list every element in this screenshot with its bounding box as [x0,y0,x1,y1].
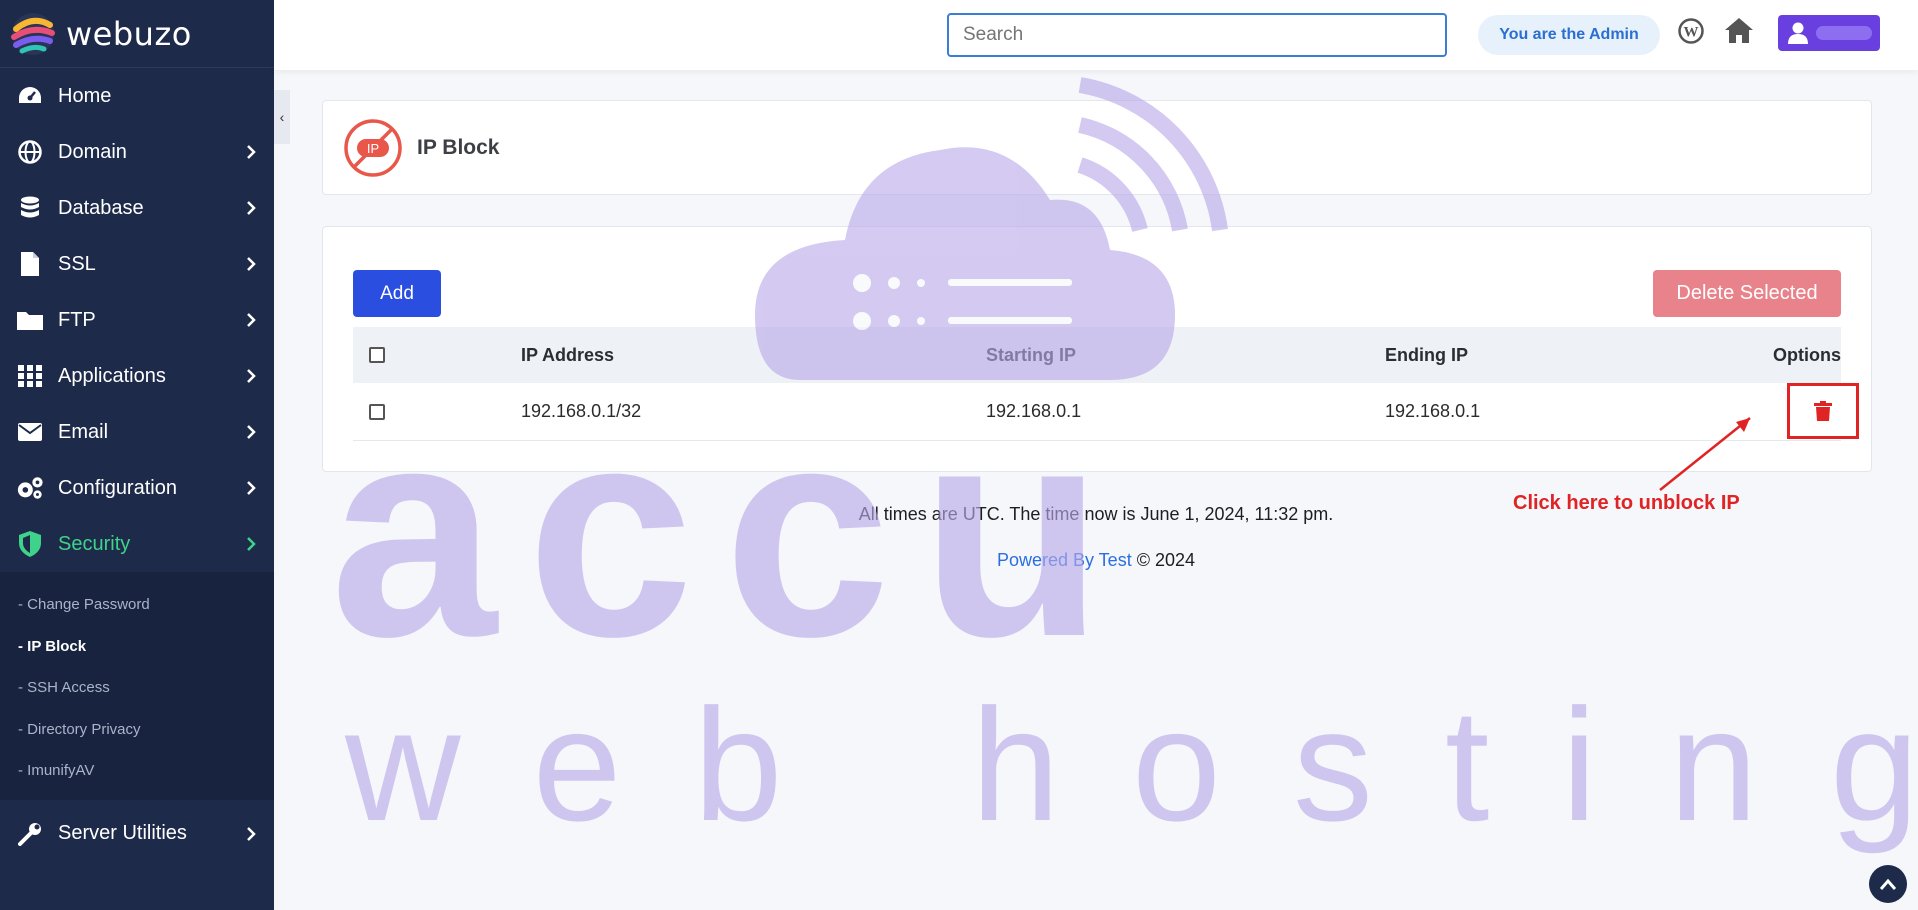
webuzo-logo-icon [11,12,55,55]
chevron-right-icon [247,369,256,383]
submenu-item-change-password[interactable]: - Change Password [0,584,274,626]
select-all-checkbox[interactable] [369,347,385,363]
column-header-starting-ip: Starting IP [986,344,1077,365]
shield-icon [16,530,44,558]
footer-powered: Powered By Test © 2024 [274,550,1918,571]
search-input[interactable] [947,13,1447,57]
brand-name: webuzo [66,14,192,53]
sidebar-item-label: Security [58,532,131,555]
column-header-ending-ip: Ending IP [1385,344,1468,365]
sidebar-item-label: Applications [58,364,166,387]
sidebar-item-database[interactable]: Database [0,180,274,236]
sidebar-item-applications[interactable]: Applications [0,348,274,404]
copyright-text: © 2024 [1136,550,1196,570]
watermark-text-line2: web hosting [344,675,1918,854]
submenu-item-ip-block[interactable]: - IP Block [0,626,274,668]
ip-block-table-card: Add Delete Selected IP Address Starting … [322,226,1872,472]
security-submenu: - Change Password - IP Block - SSH Acces… [0,572,274,800]
chevron-right-icon [247,826,256,841]
dashboard-icon [16,82,44,110]
ip-logo-text: IP [367,141,379,156]
table-row: 192.168.0.1/32 192.168.0.1 192.168.0.1 [353,383,1859,441]
submenu-item-directory-privacy[interactable]: - Directory Privacy [0,709,274,751]
cell-ending-ip: 192.168.0.1 [1385,401,1481,421]
chevron-up-icon [1880,878,1896,890]
sidebar-item-label: Email [58,420,109,443]
svg-text:W: W [1684,25,1699,41]
scroll-to-top-button[interactable] [1869,865,1907,903]
sidebar-item-label: Home [58,84,112,107]
wrench-icon [16,820,44,848]
page-title: IP Block [417,135,500,159]
page-header-card: IP IP Block [322,100,1872,195]
sidebar-collapse-button[interactable]: ‹ [274,90,290,144]
sidebar-item-label: SSL [58,252,96,275]
column-header-ip-address: IP Address [521,344,615,365]
sidebar-item-configuration[interactable]: Configuration [0,460,274,516]
gears-icon [16,474,44,502]
admin-badge: You are the Admin [1478,15,1660,55]
envelope-icon [16,418,44,446]
home-icon[interactable] [1724,16,1754,44]
wordpress-icon[interactable]: W [1678,18,1704,44]
chevron-right-icon [247,201,256,215]
database-icon [16,194,44,222]
username-redacted [1816,26,1872,40]
sidebar-item-label: Server Utilities [58,822,187,844]
chevron-right-icon [247,145,256,159]
user-icon [1788,22,1808,44]
chevron-right-icon [247,425,256,439]
submenu-item-imunifyav[interactable]: - ImunifyAV [0,750,274,792]
column-header-options: Options [1773,344,1841,365]
chevron-right-icon [247,257,256,271]
sidebar-item-security[interactable]: Security [0,516,274,572]
footer-time: All times are UTC. The time now is June … [858,504,1334,524]
chevron-right-icon [247,481,256,495]
sidebar-item-label: Database [58,196,144,219]
cell-starting-ip: 192.168.0.1 [986,401,1082,421]
file-icon [16,250,44,278]
ip-block-icon: IP [344,118,402,177]
delete-row-button[interactable] [1787,383,1859,439]
sidebar-item-server-utilities[interactable]: Server Utilities [0,806,274,862]
submenu-item-ssh-access[interactable]: - SSH Access [0,667,274,709]
sidebar-item-home[interactable]: Home [0,68,274,124]
chevron-right-icon [247,537,256,551]
chevron-right-icon [247,313,256,327]
trash-icon [1814,401,1832,421]
sidebar: webuzo Home Domain Database SSL FTP Appl… [0,0,274,910]
sidebar-item-domain[interactable]: Domain [0,124,274,180]
table-header: IP Address Starting IP Ending IP Options [353,327,1841,383]
top-header: You are the Admin W [274,0,1918,70]
sidebar-item-label: Domain [58,140,127,163]
annotation-arrow-icon [1659,417,1751,491]
add-button[interactable]: Add [353,270,441,317]
cell-ip-address: 192.168.0.1/32 [521,401,642,421]
globe-icon [16,138,44,166]
brand-logo[interactable]: webuzo [0,0,274,68]
delete-selected-button[interactable]: Delete Selected [1653,270,1841,317]
sidebar-item-ftp[interactable]: FTP [0,292,274,348]
sidebar-item-label: FTP [58,308,96,331]
sidebar-item-ssl[interactable]: SSL [0,236,274,292]
sidebar-item-email[interactable]: Email [0,404,274,460]
powered-by-link[interactable]: Powered By Test [997,550,1132,570]
folder-icon [16,306,44,334]
sidebar-item-label: Configuration [58,476,177,499]
row-checkbox[interactable] [369,403,385,420]
user-menu-button[interactable] [1778,15,1880,51]
grid-icon [16,362,44,390]
sidebar-nav: Home Domain Database SSL FTP Application… [0,68,274,572]
